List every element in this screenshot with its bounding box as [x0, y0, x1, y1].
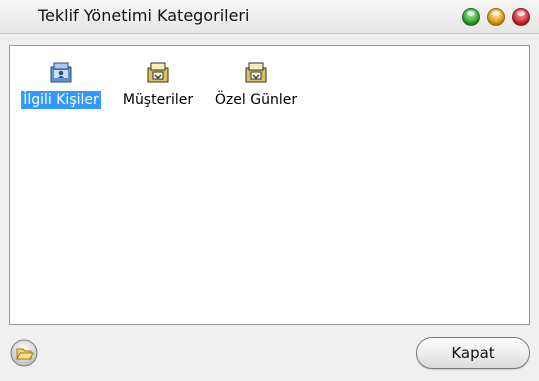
contacts-folder-icon [50, 62, 72, 83]
category-item-ilgili-kisiler[interactable]: İlgili Kişiler [18, 61, 104, 121]
window-title: Teklif Yönetimi Kategorileri [38, 6, 250, 25]
dialog-window: Teklif Yönetimi Kategorileri İlgili Kişi… [0, 0, 539, 381]
category-list-panel: İlgili Kişiler Müşteriler Özel Günler [9, 45, 530, 325]
category-label: İlgili Kişiler [21, 91, 101, 109]
close-window-button[interactable] [512, 8, 530, 26]
folder-icon [147, 62, 169, 83]
close-button[interactable]: Kapat [416, 337, 530, 369]
minimize-button[interactable] [487, 8, 505, 26]
category-label: Müşteriler [122, 92, 194, 108]
category-item-musteriler[interactable]: Müşteriler [116, 61, 200, 121]
maximize-button[interactable] [462, 8, 480, 26]
title-bar[interactable]: Teklif Yönetimi Kategorileri [0, 0, 539, 34]
folder-icon [245, 62, 267, 83]
open-folder-icon[interactable] [10, 339, 38, 367]
category-label: Özel Günler [214, 92, 298, 108]
category-item-ozel-gunler[interactable]: Özel Günler [206, 61, 306, 121]
